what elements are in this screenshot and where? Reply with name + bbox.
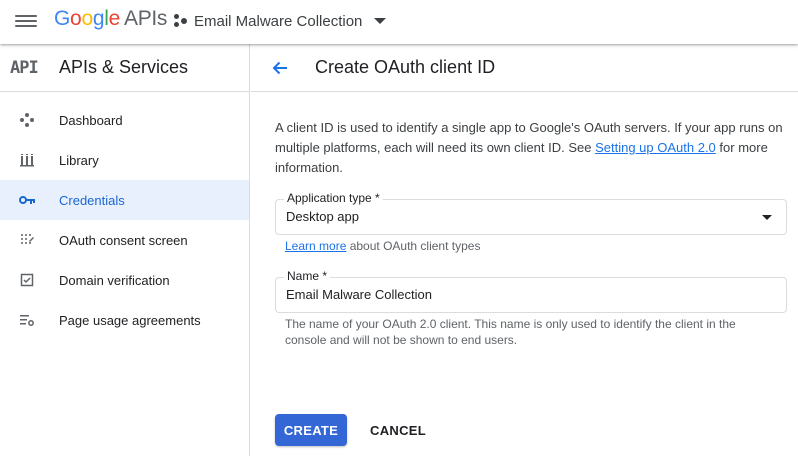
consent-icon <box>17 230 37 250</box>
name-label: Name * <box>284 269 331 283</box>
back-arrow-icon[interactable] <box>270 58 290 78</box>
sidebar-item-dashboard[interactable]: Dashboard <box>0 100 249 140</box>
intro-paragraph: A client ID is used to identify a single… <box>275 118 785 178</box>
sidebar-item-label: Credentials <box>59 192 125 208</box>
sidebar: API APIs & Services Dashboard Library Cr… <box>0 44 250 456</box>
sidebar-item-label: Page usage agreements <box>59 312 201 328</box>
settings-list-icon <box>17 310 37 330</box>
sidebar-item-label: OAuth consent screen <box>59 232 188 248</box>
name-value: Email Malware Collection <box>286 287 432 302</box>
sidebar-title: APIs & Services <box>59 57 189 77</box>
page-header: Create OAuth client ID <box>251 44 798 92</box>
create-button[interactable]: CREATE <box>275 414 347 446</box>
sidebar-item-oauth-consent[interactable]: OAuth consent screen <box>0 220 249 260</box>
sidebar-item-label: Domain verification <box>59 272 170 288</box>
dashboard-icon <box>17 110 37 130</box>
sidebar-nav: Dashboard Library Credentials OAuth cons… <box>0 92 249 340</box>
sidebar-item-label: Dashboard <box>59 112 123 128</box>
sidebar-item-library[interactable]: Library <box>0 140 249 180</box>
sidebar-item-domain-verification[interactable]: Domain verification <box>0 260 249 300</box>
main-content: Create OAuth client ID A client ID is us… <box>251 44 798 456</box>
application-type-label: Application type * <box>284 191 383 205</box>
dropdown-arrow-icon <box>762 215 772 220</box>
setting-up-oauth-link[interactable]: Setting up OAuth 2.0 <box>595 140 716 155</box>
api-logo-icon: API <box>10 57 39 78</box>
application-type-select[interactable]: Application type * Desktop app <box>275 191 787 235</box>
project-name: Email Malware Collection <box>194 12 363 30</box>
sidebar-header: API APIs & Services <box>0 44 249 92</box>
hint-text: about OAuth client types <box>346 239 481 253</box>
library-icon <box>17 150 37 170</box>
menu-icon[interactable] <box>15 12 37 30</box>
sidebar-item-label: Library <box>59 152 99 168</box>
key-icon <box>17 190 37 210</box>
google-apis-logo[interactable]: Google APIs <box>54 6 167 32</box>
sidebar-item-credentials[interactable]: Credentials <box>0 180 249 220</box>
learn-more-link[interactable]: Learn more <box>285 239 346 253</box>
application-type-value: Desktop app <box>286 209 359 224</box>
top-app-bar: Google APIs Email Malware Collection <box>0 0 798 44</box>
application-type-hint: Learn more about OAuth client types <box>285 238 480 254</box>
name-field[interactable]: Name * Email Malware Collection <box>275 269 787 313</box>
project-icon <box>174 14 188 28</box>
chevron-down-icon <box>374 18 387 24</box>
page-title: Create OAuth client ID <box>315 57 496 77</box>
cancel-button[interactable]: CANCEL <box>363 414 433 446</box>
sidebar-item-page-usage[interactable]: Page usage agreements <box>0 300 249 340</box>
project-selector[interactable]: Email Malware Collection <box>174 8 387 34</box>
checkbox-icon <box>17 270 37 290</box>
name-hint: The name of your OAuth 2.0 client. This … <box>285 317 736 347</box>
